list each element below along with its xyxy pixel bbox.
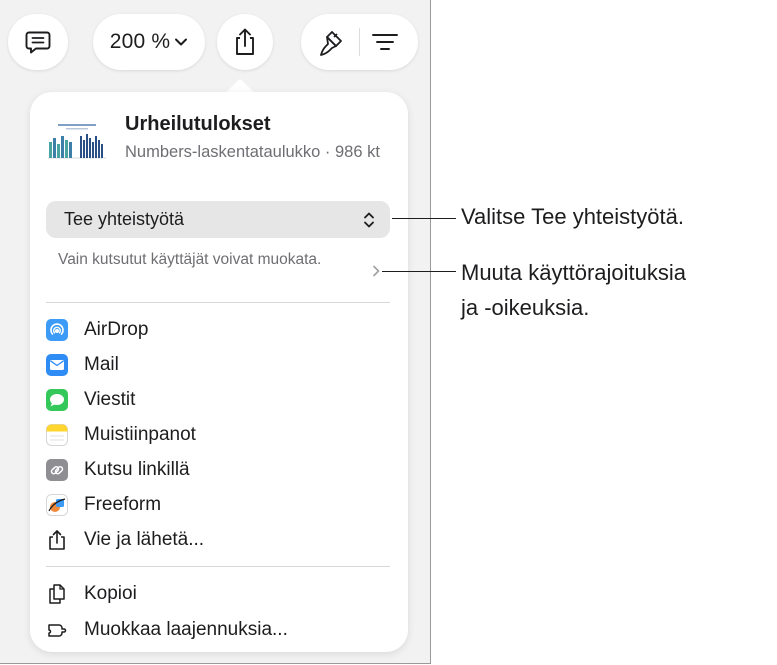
export-icon — [46, 529, 68, 551]
callout-collaborate: Valitse Tee yhteistyötä. — [461, 204, 684, 229]
callout-permissions-line1: Muuta käyttörajoituksia — [461, 260, 686, 285]
paintbrush-icon — [320, 31, 342, 56]
share-item-freeform[interactable]: Freeform — [46, 489, 390, 521]
chevron-right-icon — [373, 265, 380, 277]
callout-line — [392, 218, 456, 219]
action-item-label: Muokkaa laajennuksia... — [84, 619, 288, 640]
share-item-mail[interactable]: Mail — [46, 349, 390, 381]
share-item-label: AirDrop — [84, 319, 149, 340]
filter-lines-icon — [372, 34, 398, 50]
comment-icon — [25, 31, 51, 54]
toolbar-divider — [359, 28, 360, 56]
callout-line — [382, 271, 456, 272]
freeform-icon — [46, 494, 68, 516]
share-item-invite-link[interactable]: Kutsu linkillä — [46, 454, 390, 486]
document-title: Urheilutulokset — [125, 113, 271, 135]
up-down-chevron-icon — [364, 212, 374, 228]
copy-button[interactable]: Kopioi — [46, 578, 390, 610]
callout-permissions-line2: ja -oikeuksia. — [461, 295, 590, 320]
share-item-export[interactable]: Vie ja lähetä... — [46, 524, 390, 556]
collaboration-select[interactable]: Tee yhteistyötä — [46, 201, 390, 238]
share-item-label: Viestit — [84, 389, 136, 410]
share-item-airdrop[interactable]: AirDrop — [46, 314, 390, 346]
chevron-down-icon — [175, 38, 188, 46]
share-item-notes[interactable]: Muistiinpanot — [46, 419, 390, 451]
extensions-icon — [46, 619, 68, 641]
share-item-label: Mail — [84, 354, 119, 375]
collaboration-select-value: Tee yhteistyötä — [64, 209, 185, 229]
zoom-menu[interactable]: 200 % — [93, 14, 205, 70]
share-button[interactable] — [217, 14, 273, 70]
airdrop-icon — [46, 319, 68, 341]
edit-extensions-button[interactable]: Muokkaa laajennuksia... — [46, 614, 390, 646]
copy-icon — [46, 583, 68, 605]
organize-button[interactable] — [371, 30, 399, 59]
share-icon — [236, 28, 254, 55]
share-item-label: Muistiinpanot — [84, 424, 196, 445]
mail-icon — [46, 354, 68, 376]
share-item-label: Kutsu linkillä — [84, 459, 190, 480]
notes-icon — [46, 424, 68, 446]
share-item-messages[interactable]: Viestit — [46, 384, 390, 416]
format-toolbar-group — [301, 14, 418, 70]
zoom-label: 200 % — [109, 30, 171, 53]
format-button[interactable] — [315, 28, 345, 63]
permissions-row[interactable]: Vain kutsutut käyttäjät voivat muokata. — [46, 248, 390, 294]
action-item-label: Kopioi — [84, 583, 137, 604]
share-item-label: Freeform — [84, 494, 162, 515]
document-thumbnail — [46, 122, 108, 162]
permissions-text: Vain kutsutut käyttäjät voivat muokata. — [58, 251, 322, 268]
document-meta: Numbers-laskentataulukko · 986 kt — [125, 143, 380, 161]
link-icon — [46, 459, 68, 481]
divider — [46, 302, 390, 303]
comment-button[interactable] — [8, 14, 68, 70]
messages-icon — [46, 389, 68, 411]
divider — [46, 566, 390, 567]
share-item-label: Vie ja lähetä... — [84, 529, 205, 550]
